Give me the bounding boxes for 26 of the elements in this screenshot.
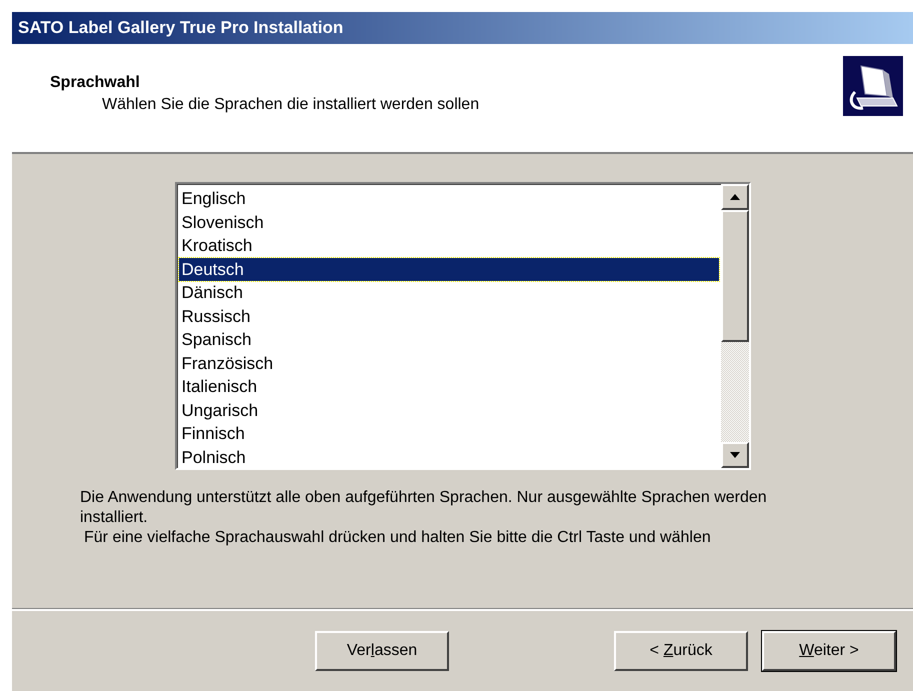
- dialog-button[interactable]: Weiter >: [762, 631, 896, 671]
- info-text: Für eine vielfache Sprachauswahl drücken und halten Sie bitte die Ctrl Taste und wählen: [83, 528, 712, 548]
- window-title: SATO Label Gallery True Pro Installation: [12, 12, 913, 44]
- language-list[interactable]: Englisch Slovenisch Kroatisch Deutsch Dänisch Russisch Spanisch Französisch Italienisch Ungarisch Finnisch Polnisch: [174, 182, 750, 470]
- language-item[interactable]: Englisch: [178, 187, 718, 210]
- dialog-button[interactable]: < Zurück: [614, 631, 748, 671]
- language-item[interactable]: Italienisch: [178, 375, 718, 398]
- computer-icon: [843, 56, 903, 116]
- language-item[interactable]: Russisch: [178, 304, 718, 328]
- language-item[interactable]: Ungarisch: [178, 398, 718, 422]
- up-arrow-icon[interactable]: [730, 194, 740, 200]
- info-text: Die Anwendung unterstützt alle oben aufgeführten Sprachen. Nur ausgewählte Sprachen werden installiert.: [80, 488, 768, 528]
- dialog-button[interactable]: Verlassen: [315, 631, 449, 671]
- language-item[interactable]: Kroatisch: [178, 234, 718, 258]
- scroll-thumb[interactable]: [720, 210, 748, 342]
- page-title: Sprachwahl: [50, 74, 141, 92]
- language-item[interactable]: Spanisch: [178, 328, 718, 352]
- language-item[interactable]: Finnisch: [178, 422, 718, 446]
- scrollbar[interactable]: [720, 184, 748, 468]
- language-item[interactable]: Polnisch: [178, 446, 718, 469]
- page-subtitle: Wählen Sie die Sprachen die installiert werden sollen: [101, 96, 480, 114]
- language-item[interactable]: Französisch: [178, 352, 718, 375]
- language-item[interactable]: Dänisch: [178, 281, 718, 304]
- down-arrow-icon[interactable]: [730, 452, 740, 458]
- language-item[interactable]: Deutsch: [178, 258, 718, 281]
- language-item[interactable]: Slovenisch: [178, 210, 718, 234]
